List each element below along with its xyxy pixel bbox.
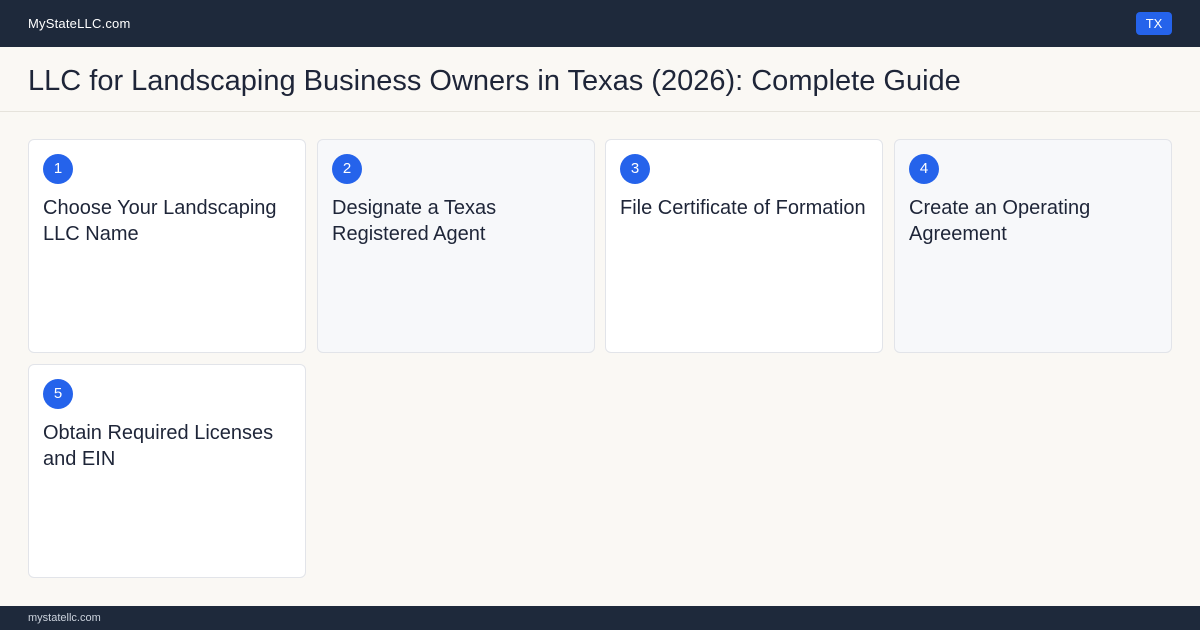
step-title: Choose Your Landscaping LLC Name — [43, 197, 277, 245]
step-card-1[interactable]: 1 Choose Your Landscaping LLC Name — [28, 139, 306, 353]
step-title: Obtain Required Licenses and EIN — [43, 422, 274, 470]
step-card-3[interactable]: 3 File Certificate of Formation — [605, 139, 883, 353]
title-band: LLC for Landscaping Business Owners in T… — [0, 47, 1200, 112]
step-number-badge: 5 — [43, 379, 73, 409]
step-number-badge: 3 — [620, 154, 650, 184]
step-title: File Certificate of Formation — [620, 197, 866, 219]
step-number-badge: 1 — [43, 154, 73, 184]
page-title: LLC for Landscaping Business Owners in T… — [28, 65, 961, 97]
footer-bar: mystatellc.com — [0, 606, 1200, 630]
step-card-4[interactable]: 4 Create an Operating Agreement — [894, 139, 1172, 353]
step-card-5[interactable]: 5 Obtain Required Licenses and EIN — [28, 364, 306, 578]
step-title: Create an Operating Agreement — [909, 197, 1091, 245]
step-number-badge: 2 — [332, 154, 362, 184]
step-number-badge: 4 — [909, 154, 939, 184]
state-badge[interactable]: TX — [1136, 12, 1172, 35]
top-bar: MyStateLLC.com TX — [0, 0, 1200, 47]
step-card-2[interactable]: 2 Designate a Texas Registered Agent — [317, 139, 595, 353]
site-logo-link[interactable]: MyStateLLC.com — [28, 15, 131, 32]
footer-domain: mystatellc.com — [28, 612, 101, 624]
step-title: Designate a Texas Registered Agent — [332, 197, 497, 245]
